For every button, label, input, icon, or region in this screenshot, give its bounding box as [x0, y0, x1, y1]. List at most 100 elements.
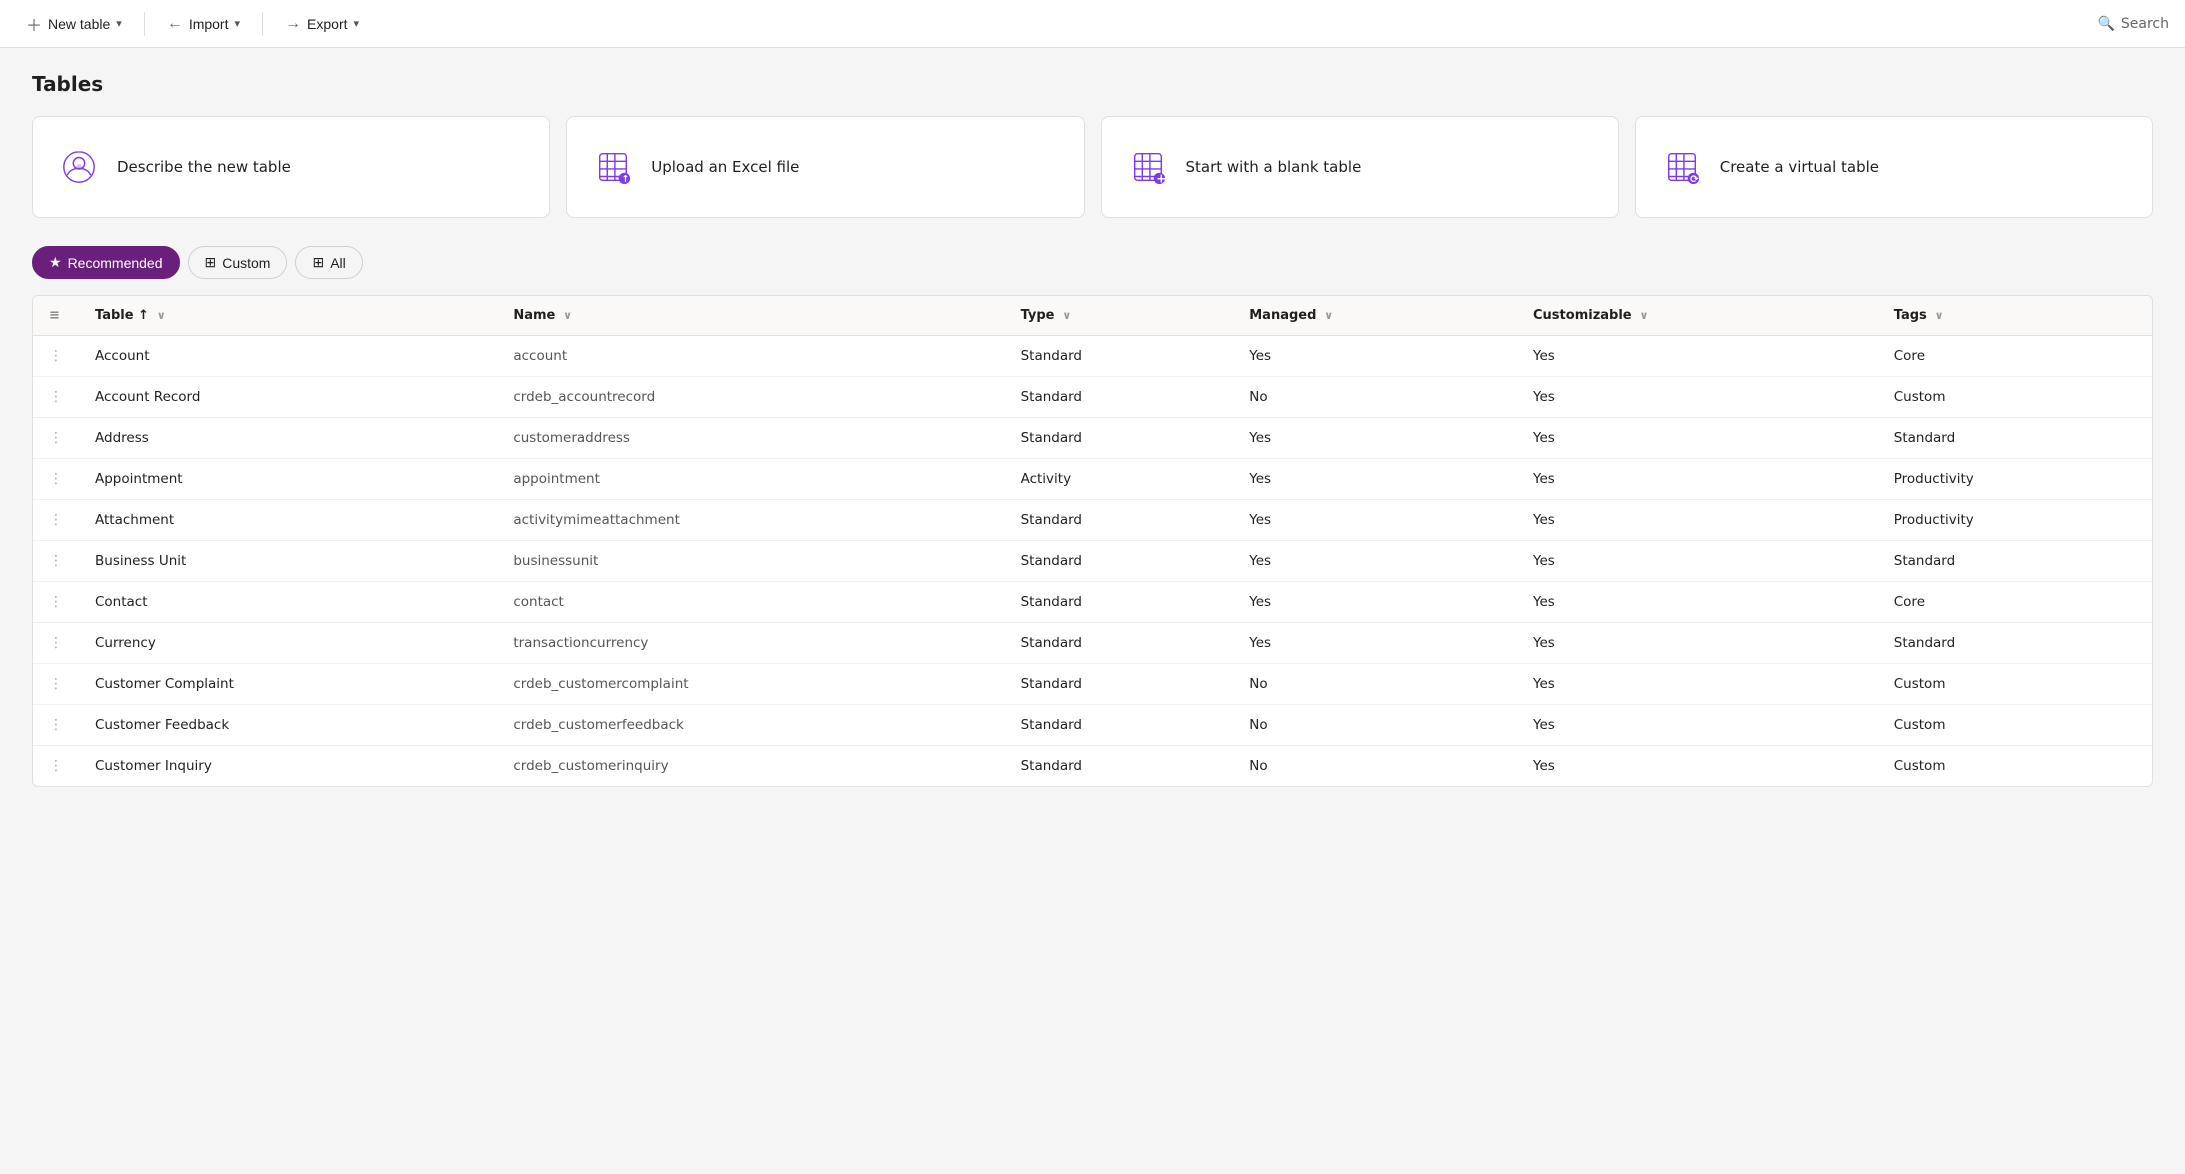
table-row[interactable]: ⋮AttachmentactivitymimeattachmentStandar…: [33, 500, 2152, 541]
th-table[interactable]: Table ↑ ∨: [79, 296, 497, 336]
table-row[interactable]: ⋮Customer Feedbackcrdeb_customerfeedback…: [33, 705, 2152, 746]
card-blank[interactable]: + Start with a blank table: [1101, 116, 1619, 218]
cell-customizable: Yes: [1517, 541, 1878, 582]
main-content: Tables Describe the new table ↑ Upload a…: [0, 48, 2185, 811]
cell-name: account: [497, 336, 1004, 377]
cell-managed: Yes: [1233, 623, 1517, 664]
new-table-button[interactable]: ＋ New table ▾: [16, 6, 132, 42]
cell-table-name: Customer Inquiry: [79, 746, 497, 787]
card-label-upload: Upload an Excel file: [651, 158, 799, 176]
cell-tags: Custom: [1878, 377, 2152, 418]
cell-name: customeraddress: [497, 418, 1004, 459]
cell-type: Standard: [1005, 746, 1234, 787]
th-label-name: Name: [513, 308, 555, 323]
card-virtual[interactable]: ⟳ Create a virtual table: [1635, 116, 2153, 218]
table-row[interactable]: ⋮AccountaccountStandardYesYesCore: [33, 336, 2152, 377]
card-upload[interactable]: ↑ Upload an Excel file: [566, 116, 1084, 218]
table-row[interactable]: ⋮AppointmentappointmentActivityYesYesPro…: [33, 459, 2152, 500]
table-row[interactable]: ⋮Business UnitbusinessunitStandardYesYes…: [33, 541, 2152, 582]
table-row[interactable]: ⋮ContactcontactStandardYesYesCore: [33, 582, 2152, 623]
cell-managed: No: [1233, 705, 1517, 746]
filter-row: ★Recommended⊞Custom⊞All: [32, 246, 2153, 279]
cell-table-name: Customer Complaint: [79, 664, 497, 705]
row-icon-cell: ⋮: [33, 459, 79, 500]
cell-name: crdeb_customerinquiry: [497, 746, 1004, 787]
sort-icon-name: ∨: [559, 309, 572, 322]
card-icon-blank: +: [1126, 145, 1170, 189]
th-type[interactable]: Type ∨: [1005, 296, 1234, 336]
th-name[interactable]: Name ∨: [497, 296, 1004, 336]
export-button[interactable]: → Export ▾: [275, 9, 369, 39]
search-area[interactable]: 🔍 Search: [2097, 16, 2169, 32]
cell-tags: Custom: [1878, 746, 2152, 787]
cell-name: contact: [497, 582, 1004, 623]
cell-table-name: Address: [79, 418, 497, 459]
th-label-customizable: Customizable: [1533, 308, 1632, 323]
th-tags[interactable]: Tags ∨: [1878, 296, 2152, 336]
th-customizable[interactable]: Customizable ∨: [1517, 296, 1878, 336]
cell-managed: Yes: [1233, 336, 1517, 377]
cell-type: Standard: [1005, 623, 1234, 664]
table-row[interactable]: ⋮Customer Complaintcrdeb_customercomplai…: [33, 664, 2152, 705]
sort-icon-tags: ∨: [1931, 309, 1944, 322]
filter-label-all: All: [330, 255, 346, 271]
toolbar: ＋ New table ▾ ← Import ▾ → Export ▾ 🔍 Se…: [0, 0, 2185, 48]
table-row[interactable]: ⋮Customer Inquirycrdeb_customerinquirySt…: [33, 746, 2152, 787]
cell-type: Standard: [1005, 582, 1234, 623]
cell-type: Standard: [1005, 336, 1234, 377]
row-icon-cell: ⋮: [33, 582, 79, 623]
cell-managed: No: [1233, 746, 1517, 787]
chevron-down-icon: ▾: [116, 17, 122, 30]
row-icon-cell: ⋮: [33, 623, 79, 664]
cell-name: businessunit: [497, 541, 1004, 582]
export-label: Export: [307, 16, 347, 32]
divider-1: [144, 12, 145, 36]
chevron-down-icon: ▾: [354, 17, 360, 30]
table-row[interactable]: ⋮AddresscustomeraddressStandardYesYesSta…: [33, 418, 2152, 459]
cell-table-name: Customer Feedback: [79, 705, 497, 746]
cell-table-name: Account: [79, 336, 497, 377]
cell-tags: Custom: [1878, 705, 2152, 746]
row-icon-cell: ⋮: [33, 541, 79, 582]
cell-name: crdeb_customercomplaint: [497, 664, 1004, 705]
grid-rows-icon: ≡: [49, 308, 60, 323]
row-icon-cell: ⋮: [33, 705, 79, 746]
page-title: Tables: [32, 72, 2153, 96]
cell-customizable: Yes: [1517, 459, 1878, 500]
table-row[interactable]: ⋮CurrencytransactioncurrencyStandardYesY…: [33, 623, 2152, 664]
filter-btn-recommended[interactable]: ★Recommended: [32, 246, 180, 279]
cell-customizable: Yes: [1517, 582, 1878, 623]
filter-btn-custom[interactable]: ⊞Custom: [188, 246, 288, 279]
svg-text:⟳: ⟳: [1690, 174, 1699, 186]
th-row-icon: ≡: [33, 296, 79, 336]
cell-table-name: Account Record: [79, 377, 497, 418]
cell-table-name: Contact: [79, 582, 497, 623]
th-label-type: Type: [1021, 308, 1055, 323]
th-label-managed: Managed: [1249, 308, 1316, 323]
cell-managed: No: [1233, 664, 1517, 705]
sort-icon-managed: ∨: [1320, 309, 1333, 322]
table-row[interactable]: ⋮Account Recordcrdeb_accountrecordStanda…: [33, 377, 2152, 418]
import-label: Import: [189, 16, 229, 32]
th-managed[interactable]: Managed ∨: [1233, 296, 1517, 336]
search-label: Search: [2121, 16, 2169, 32]
cell-tags: Custom: [1878, 664, 2152, 705]
star-icon: ★: [49, 254, 62, 271]
table-body: ⋮AccountaccountStandardYesYesCore⋮Accoun…: [33, 336, 2152, 787]
cell-customizable: Yes: [1517, 377, 1878, 418]
grid-icon: ⊞: [205, 254, 217, 271]
cell-table-name: Attachment: [79, 500, 497, 541]
cell-customizable: Yes: [1517, 664, 1878, 705]
import-button[interactable]: ← Import ▾: [157, 9, 250, 39]
th-label-tags: Tags: [1894, 308, 1927, 323]
plus-icon: ＋: [26, 12, 42, 36]
filter-btn-all[interactable]: ⊞All: [295, 246, 362, 279]
cell-table-name: Appointment: [79, 459, 497, 500]
card-describe[interactable]: Describe the new table: [32, 116, 550, 218]
sort-icon-type: ∨: [1059, 309, 1072, 322]
cell-managed: Yes: [1233, 418, 1517, 459]
new-table-label: New table: [48, 16, 110, 32]
svg-text:↑: ↑: [622, 174, 630, 185]
cell-tags: Productivity: [1878, 500, 2152, 541]
cell-table-name: Business Unit: [79, 541, 497, 582]
